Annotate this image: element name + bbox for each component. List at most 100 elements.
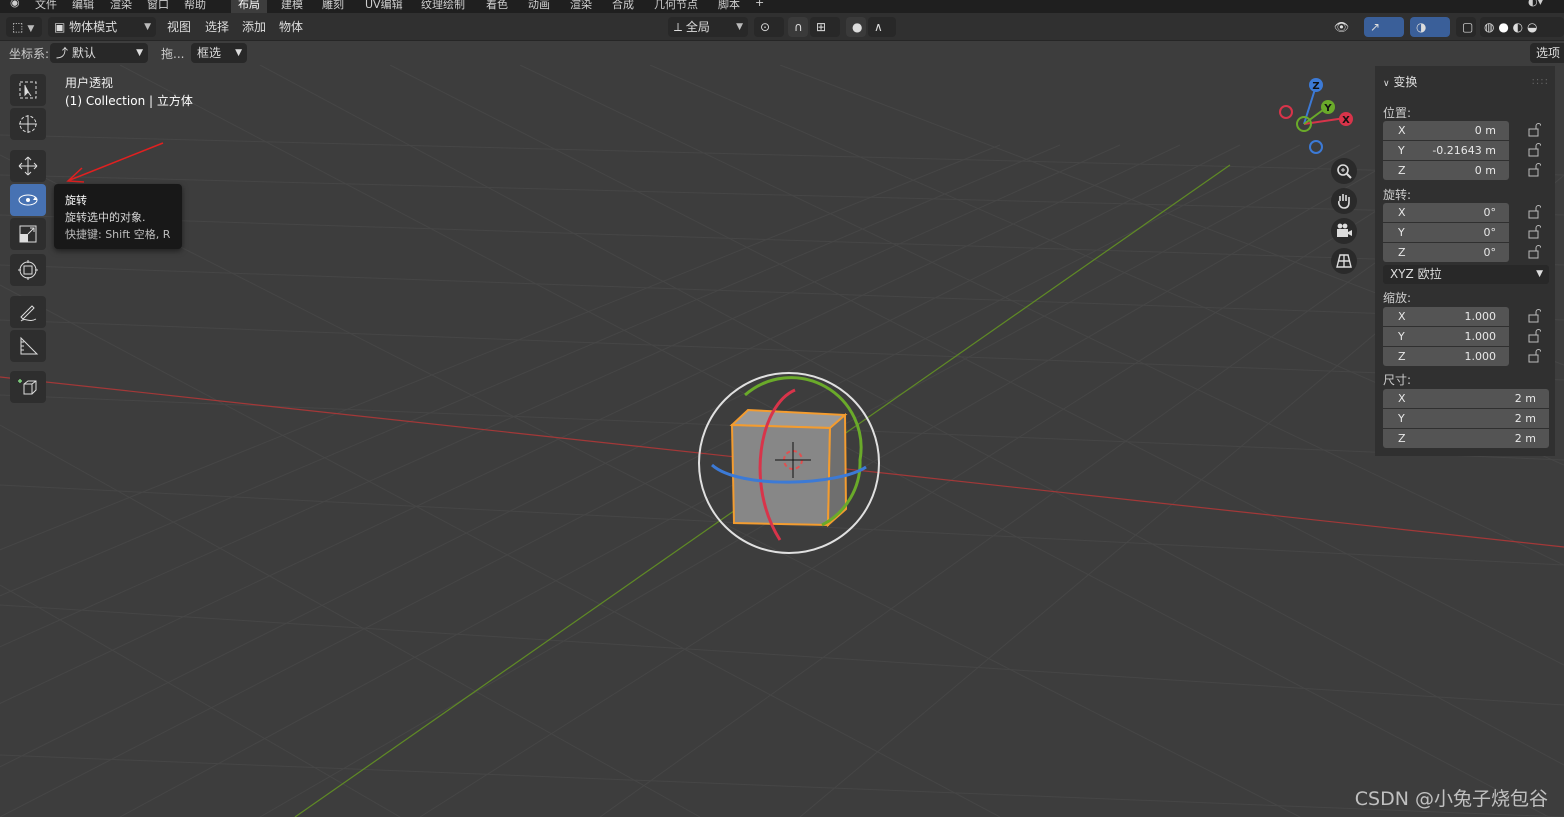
- pan-button[interactable]: [1331, 188, 1357, 214]
- hand-icon: [1338, 194, 1350, 209]
- add-workspace-button[interactable]: +: [755, 0, 764, 9]
- move-tool[interactable]: [10, 150, 46, 182]
- chevron-down-icon: ▼: [136, 48, 143, 58]
- dimension-y-field[interactable]: Y 2 m: [1383, 409, 1549, 428]
- chevron-down-icon: ▼: [27, 24, 35, 34]
- menu-view[interactable]: 视图: [167, 17, 191, 37]
- editor-type-button[interactable]: ⬚ ▼: [6, 17, 42, 37]
- unlock-icon[interactable]: [1527, 309, 1541, 323]
- gizmo-toggle[interactable]: ↗: [1364, 17, 1404, 37]
- field-value: 0°: [1483, 246, 1497, 259]
- snap-target-button[interactable]: ⊞: [810, 17, 840, 37]
- gizmo-neg-z[interactable]: [1309, 140, 1323, 154]
- unlock-icon[interactable]: [1527, 329, 1541, 343]
- coord-system-select[interactable]: ⤴ 默认 ▼: [50, 43, 148, 63]
- snap-toggle[interactable]: ∩: [788, 17, 808, 37]
- workspace-tab-sculpting[interactable]: 雕刻: [322, 0, 344, 12]
- unlock-icon[interactable]: [1527, 245, 1541, 259]
- rotation-z-field[interactable]: Z 0°: [1383, 243, 1509, 262]
- 3d-viewport[interactable]: [0, 65, 1564, 817]
- workspace-tab-rendering[interactable]: 渲染: [570, 0, 592, 12]
- orientation-icon: ⟂: [674, 20, 683, 34]
- workspace-tab-geometry-nodes[interactable]: 几何节点: [654, 0, 698, 12]
- annotate-tool[interactable]: [10, 296, 46, 328]
- rendered-shading-icon[interactable]: ◒: [1527, 20, 1537, 34]
- workspace-tab-animation[interactable]: 动画: [528, 0, 550, 12]
- object-mode-icon: ▣: [54, 20, 66, 34]
- transform-orientation-select[interactable]: ⟂ 全局 ▼: [668, 17, 748, 37]
- field-value: 1.000: [1464, 350, 1497, 363]
- blender-logo-icon[interactable]: ◉: [10, 0, 20, 9]
- falloff-button[interactable]: ∧: [868, 17, 896, 37]
- scale-z-field[interactable]: Z 1.000: [1383, 347, 1509, 366]
- rotate-tool[interactable]: [10, 184, 46, 216]
- material-shading-icon[interactable]: ◐: [1513, 20, 1523, 34]
- select-box-tool[interactable]: [10, 74, 46, 106]
- panel-header[interactable]: ∨ 变换: [1383, 73, 1417, 90]
- location-label: 位置:: [1383, 106, 1412, 120]
- add-cube-tool[interactable]: [10, 371, 46, 403]
- navigation-gizmo[interactable]: Z X Y: [1272, 74, 1358, 160]
- unlock-icon[interactable]: [1527, 143, 1541, 157]
- overlay-toggle[interactable]: ◑: [1410, 17, 1450, 37]
- axis-label: X: [1398, 310, 1406, 323]
- workspace-tab-shading[interactable]: 着色: [486, 0, 508, 12]
- options-button[interactable]: 选项: [1529, 43, 1564, 63]
- rotation-y-field[interactable]: Y 0°: [1383, 223, 1509, 242]
- rotation-mode-select[interactable]: XYZ 欧拉 ▼: [1383, 265, 1549, 284]
- scene-icon[interactable]: ◐▾: [1528, 0, 1543, 8]
- location-z-field[interactable]: Z 0 m: [1383, 161, 1509, 180]
- field-value: 2 m: [1514, 432, 1536, 445]
- unlock-icon[interactable]: [1527, 349, 1541, 363]
- visibility-button[interactable]: 👁: [1328, 17, 1358, 37]
- zoom-button[interactable]: [1331, 158, 1357, 184]
- mode-select[interactable]: ▣ 物体模式 ▼: [48, 17, 156, 37]
- scale-y-field[interactable]: Y 1.000: [1383, 327, 1509, 346]
- camera-view-button[interactable]: [1331, 218, 1357, 244]
- proportional-edit-toggle[interactable]: ●: [846, 17, 866, 37]
- unlock-icon[interactable]: [1527, 163, 1541, 177]
- workspace-tab-modeling[interactable]: 建模: [281, 0, 303, 12]
- transform-tool[interactable]: [10, 254, 46, 286]
- location-y-field[interactable]: Y -0.21643 m: [1383, 141, 1509, 160]
- workspace-tab-texture-paint[interactable]: 纹理绘制: [421, 0, 465, 12]
- perspective-toggle-button[interactable]: [1331, 248, 1357, 274]
- xray-toggle[interactable]: ▢: [1456, 17, 1476, 37]
- scale-x-field[interactable]: X 1.000: [1383, 307, 1509, 326]
- workspace-tab-scripting[interactable]: 脚本: [718, 0, 740, 12]
- unlock-icon[interactable]: [1527, 225, 1541, 239]
- menu-help[interactable]: 帮助: [184, 0, 206, 12]
- measure-tool[interactable]: [10, 330, 46, 362]
- workspace-tab-layout[interactable]: 布局: [231, 0, 267, 13]
- menu-object[interactable]: 物体: [279, 17, 303, 37]
- scale-tool[interactable]: [10, 218, 46, 250]
- workspace-tab-uv-editing[interactable]: UV编辑: [365, 0, 403, 12]
- menu-file[interactable]: 文件: [35, 0, 57, 12]
- gizmo-neg-x[interactable]: [1279, 105, 1293, 119]
- menu-select[interactable]: 选择: [205, 17, 229, 37]
- drag-grip-icon[interactable]: ::::: [1532, 76, 1549, 87]
- gizmo-x-label: X: [1342, 115, 1350, 126]
- magnet-icon: ∩: [794, 20, 803, 34]
- field-value: 0°: [1483, 226, 1497, 239]
- menu-add[interactable]: 添加: [242, 17, 266, 37]
- field-value: 1.000: [1464, 330, 1497, 343]
- dimension-x-field[interactable]: X 2 m: [1383, 389, 1549, 408]
- menu-render[interactable]: 渲染: [110, 0, 132, 12]
- solid-shading-icon[interactable]: ●: [1498, 20, 1508, 34]
- unlock-icon[interactable]: [1527, 123, 1541, 137]
- workspace-tab-compositing[interactable]: 合成: [612, 0, 634, 12]
- dimension-z-field[interactable]: Z 2 m: [1383, 429, 1549, 448]
- select-mode-select[interactable]: 框选 ▼: [191, 43, 247, 63]
- coord-system-value: 默认: [71, 46, 96, 60]
- pivot-point-button[interactable]: ⊙: [754, 17, 784, 37]
- wireframe-shading-icon[interactable]: ◍: [1484, 20, 1494, 34]
- menu-edit[interactable]: 编辑: [72, 0, 94, 12]
- field-value: -0.21643 m: [1432, 144, 1496, 157]
- location-x-field[interactable]: X 0 m: [1383, 121, 1509, 140]
- menu-window[interactable]: 窗口: [147, 0, 169, 12]
- unlock-icon[interactable]: [1527, 205, 1541, 219]
- cube-object[interactable]: [729, 408, 848, 528]
- rotation-x-field[interactable]: X 0°: [1383, 203, 1509, 222]
- cursor-tool[interactable]: [10, 108, 46, 140]
